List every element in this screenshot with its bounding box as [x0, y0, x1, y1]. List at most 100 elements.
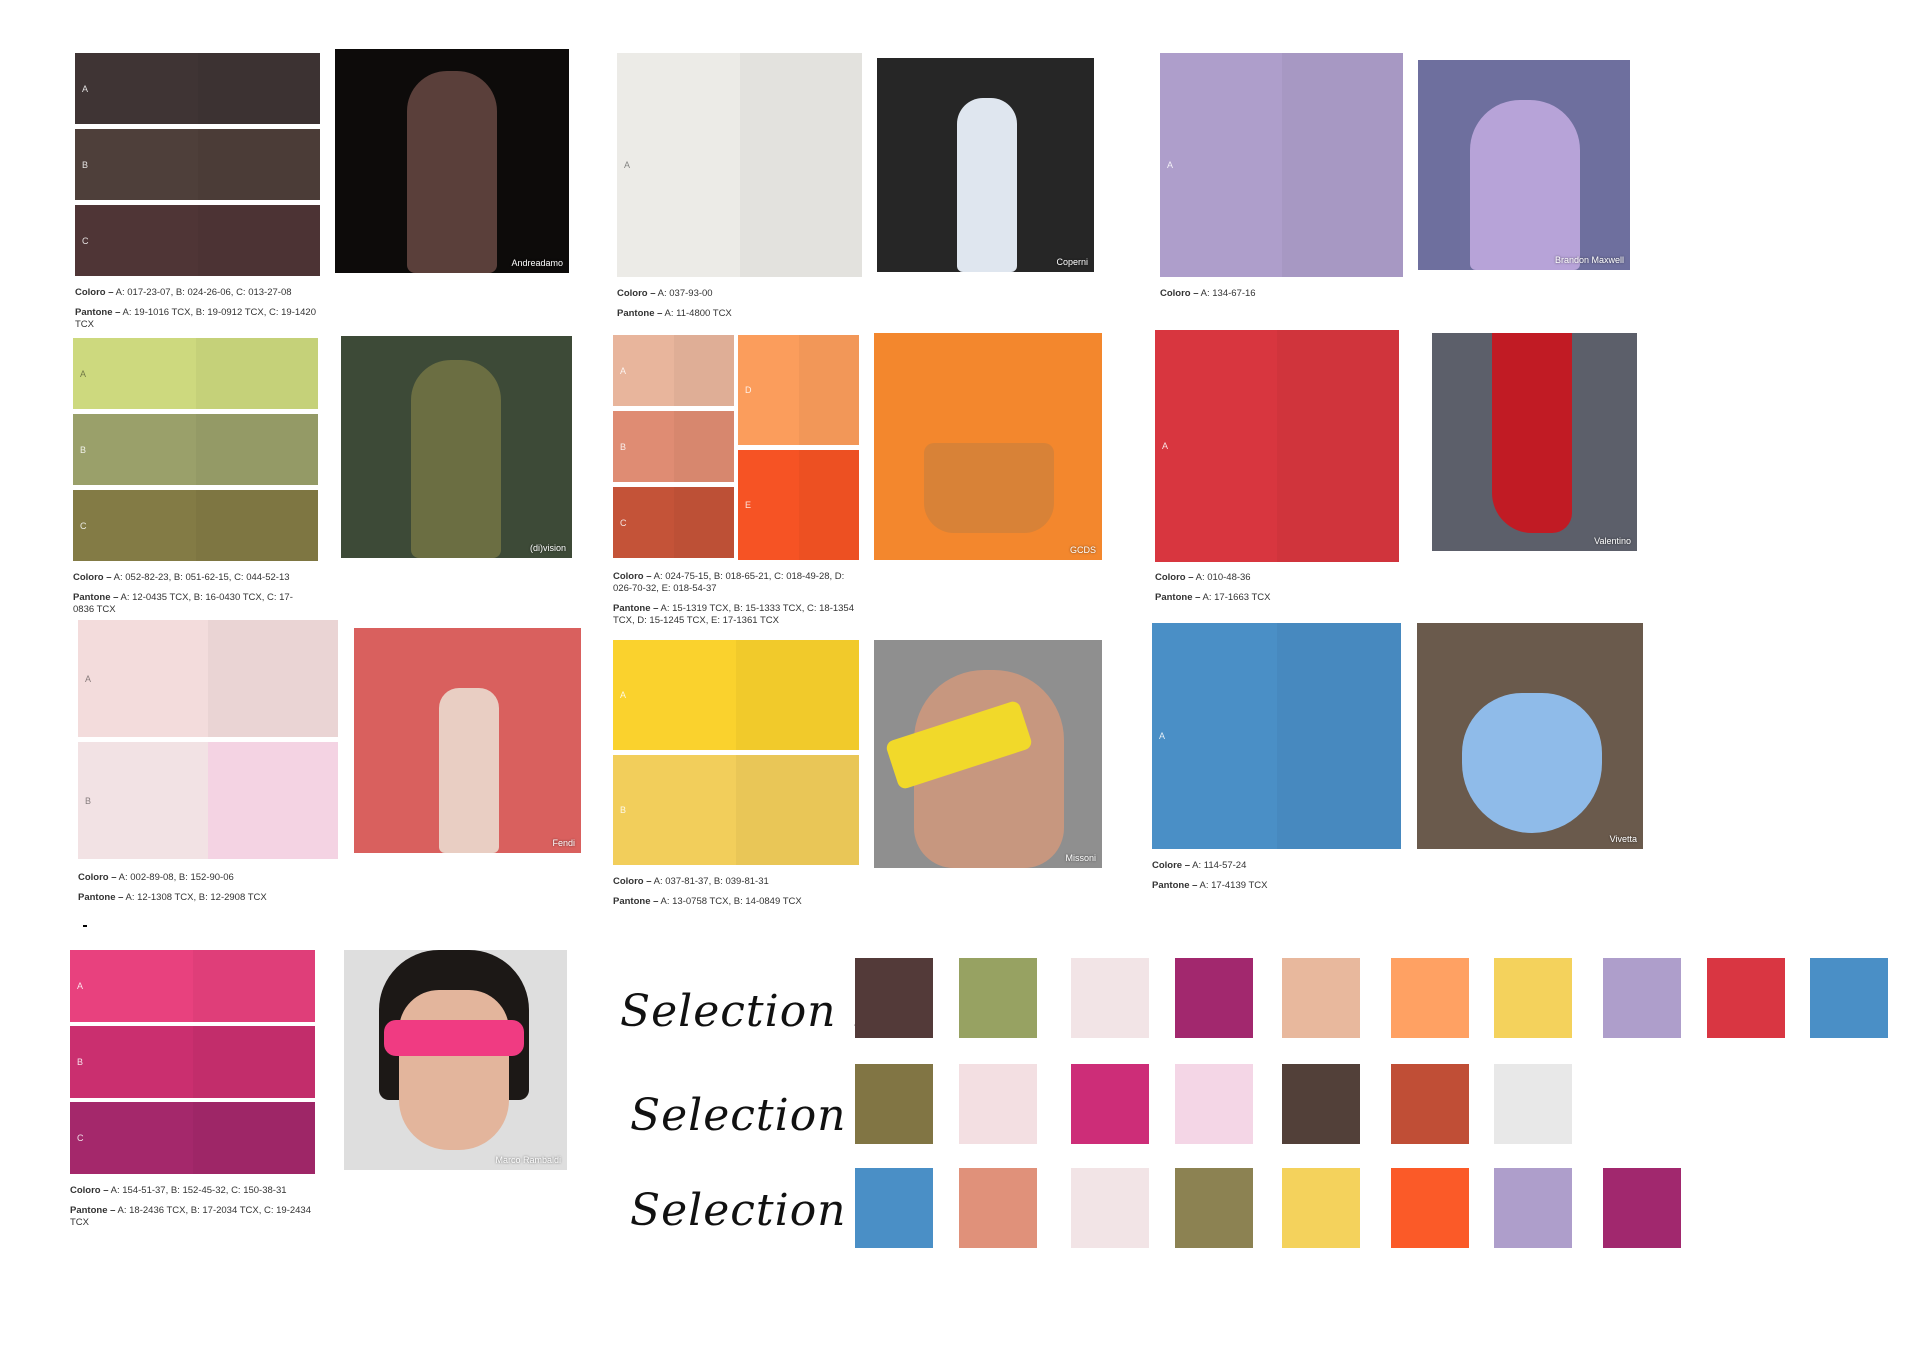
coloro-label: Coloro – [613, 876, 652, 887]
swatch-label: A [1167, 160, 1174, 170]
colour-codes: Coloro – A: 024-75-15, B: 018-65-21, C: … [613, 571, 861, 635]
runway-photo: Andreadamo [335, 49, 569, 273]
designer-caption: GCDS [1069, 545, 1096, 555]
sunglasses-figure [384, 1020, 524, 1056]
bag-figure [924, 443, 1054, 533]
designer-caption: Andreadamo [511, 258, 563, 268]
runway-photo: Vivetta [1417, 623, 1643, 849]
swatch-b: B [73, 414, 318, 485]
swatch-label: A [620, 690, 627, 700]
swatch-a: A [78, 620, 338, 737]
bag-figure [1462, 693, 1602, 833]
selection-1-swatch [1707, 958, 1785, 1038]
coloro-label: Coloro – [78, 872, 117, 883]
swatch-c: C [75, 205, 320, 276]
swatch-d: D [738, 335, 859, 445]
selection-3-swatch [1603, 1168, 1681, 1248]
pantone-values: A: 12-1308 TCX, B: 12-2908 TCX [125, 892, 267, 903]
runway-photo: Missoni [874, 640, 1102, 868]
colour-codes: Coloro – A: 037-93-00 Pantone – A: 11-48… [617, 288, 862, 328]
colour-codes: Coloro – A: 017-23-07, B: 024-26-06, C: … [75, 287, 320, 339]
swatch-a: A [75, 53, 320, 124]
selection-3-swatch [1282, 1168, 1360, 1248]
swatch-e: E [738, 450, 859, 560]
colour-codes: Coloro – A: 037-81-37, B: 039-81-31 Pant… [613, 876, 873, 916]
swatch-label: C [80, 520, 87, 531]
selection-2-swatch [1494, 1064, 1572, 1144]
selection-3-swatch [1391, 1168, 1469, 1248]
designer-caption: Missoni [1065, 853, 1096, 863]
colour-codes: Coloro – A: 010-48-36 Pantone – A: 17-16… [1155, 572, 1400, 612]
swatch-a: A [613, 335, 734, 406]
runway-photo: (di)vision [341, 336, 572, 558]
coloro-values: A: 002-89-08, B: 152-90-06 [118, 872, 234, 883]
selection-1-swatch [1391, 958, 1469, 1038]
pantone-label: Pantone – [78, 892, 124, 903]
model-figure [957, 98, 1017, 272]
designer-caption: Vivetta [1609, 834, 1637, 844]
colour-codes: Colore – A: 114-57-24 Pantone – A: 17-41… [1152, 860, 1412, 900]
swatch-b-2 [208, 742, 338, 859]
coloro-values: A: 037-93-00 [657, 288, 713, 299]
pantone-label: Pantone – [617, 308, 663, 319]
swatch-label: B [82, 159, 89, 170]
coloro-label: Coloro – [613, 571, 652, 582]
swatch-a: A [617, 53, 862, 277]
swatch-c: C [73, 490, 318, 561]
swatch-label: A [85, 673, 92, 684]
swatch-b: B [613, 411, 734, 482]
coloro-values: A: 017-23-07, B: 024-26-06, C: 013-27-08 [115, 287, 292, 298]
swatch-label: A [624, 160, 631, 170]
swatch-label: B [80, 444, 87, 455]
coloro-label: Coloro – [1160, 288, 1199, 299]
pantone-values: A: 17-1663 TCX [1202, 592, 1271, 603]
swatch-label: A [80, 368, 87, 379]
swatch-label: A [1162, 441, 1169, 451]
runway-photo: Brandon Maxwell [1418, 60, 1630, 270]
swatch-a: A [73, 338, 318, 409]
selection-2-swatch [959, 1064, 1037, 1144]
swatch-b: B [70, 1026, 315, 1098]
selection-2-swatch [855, 1064, 933, 1144]
pantone-label: Pantone – [70, 1205, 116, 1216]
pantone-label: Pantone – [75, 307, 121, 318]
swatch-a: A [1155, 330, 1399, 562]
swatch-label: C [620, 517, 627, 528]
pantone-label: Pantone – [613, 603, 659, 614]
coloro-values: A: 010-48-36 [1195, 572, 1251, 583]
swatch-label: B [85, 795, 92, 806]
stray-mark [83, 925, 87, 927]
model-figure [407, 71, 497, 273]
designer-caption: Valentino [1594, 536, 1631, 546]
coloro-values: A: 052-82-23, B: 051-62-15, C: 044-52-13 [113, 572, 290, 583]
runway-photo: Fendi [354, 628, 581, 853]
swatch-label: A [620, 365, 627, 376]
selection-3-swatch [1071, 1168, 1149, 1248]
coloro-label: Coloro – [70, 1185, 109, 1196]
swatch-a: A [1160, 53, 1403, 277]
swatch-label: D [745, 385, 752, 395]
pantone-label: Pantone – [73, 592, 119, 603]
swatch-label: A [1159, 731, 1166, 741]
selection-2-swatch [1391, 1064, 1469, 1144]
colour-codes: Coloro – A: 134-67-16 [1160, 288, 1405, 308]
selection-1-swatch [855, 958, 933, 1038]
swatch-c: C [613, 487, 734, 558]
selection-3-swatch [1494, 1168, 1572, 1248]
pantone-values: A: 17-4139 TCX [1199, 880, 1268, 891]
swatch-label: A [77, 981, 84, 991]
swatch-label: C [77, 1133, 84, 1143]
runway-photo: GCDS [874, 333, 1102, 560]
shoe-figure [1492, 333, 1572, 533]
coloro-values: A: 114-57-24 [1192, 860, 1247, 871]
swatch-label: E [745, 500, 752, 510]
coloro-values: A: 037-81-37, B: 039-81-31 [653, 876, 769, 887]
selection-2-swatch [1175, 1064, 1253, 1144]
runway-photo: Valentino [1432, 333, 1637, 551]
selection-1-swatch [1071, 958, 1149, 1038]
selection-1-swatch [1603, 958, 1681, 1038]
swatch-label: A [82, 83, 89, 94]
model-figure [439, 688, 499, 853]
swatch-label: B [77, 1057, 84, 1067]
selection-1-swatch [1494, 958, 1572, 1038]
